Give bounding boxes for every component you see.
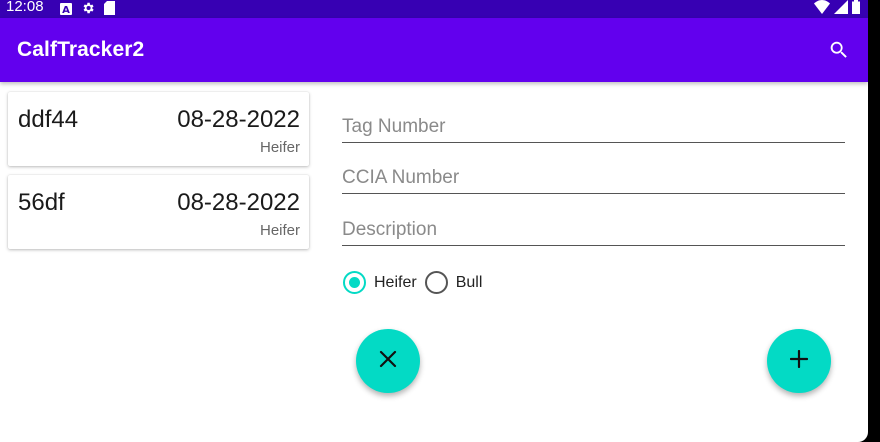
sex-radio-group: Heifer Bull (343, 271, 490, 294)
app-title: CalfTracker2 (17, 38, 145, 61)
tag-number-field (342, 105, 845, 145)
ccia-number-input[interactable] (342, 156, 845, 194)
radio-heifer-label: Heifer (374, 273, 417, 291)
calf-sex: Heifer (259, 222, 300, 239)
svg-text:A: A (62, 5, 70, 15)
app-screen: 12:08 A CalfTracker2 ddf44 08-28-2022 He… (0, 0, 868, 442)
plus-icon (789, 349, 809, 373)
calf-tag: 56df (18, 189, 65, 216)
battery-icon (852, 0, 860, 19)
tag-number-input[interactable] (342, 105, 845, 143)
ccia-number-field (342, 156, 845, 196)
radio-heifer[interactable]: Heifer (343, 271, 425, 294)
app-bar: CalfTracker2 (0, 18, 868, 82)
calf-tag: ddf44 (18, 106, 79, 133)
description-input[interactable] (342, 208, 845, 246)
calf-list-item[interactable]: 56df 08-28-2022 Heifer (8, 175, 309, 249)
calf-sex: Heifer (259, 139, 300, 156)
radio-bull[interactable]: Bull (424, 271, 491, 294)
search-icon[interactable] (828, 39, 850, 61)
cancel-button[interactable] (356, 329, 420, 393)
calf-date: 08-28-2022 (177, 189, 300, 216)
wifi-icon (814, 0, 830, 19)
status-time: 12:08 (6, 0, 44, 15)
radio-bull-circle[interactable] (424, 271, 448, 294)
close-icon (379, 350, 397, 373)
calf-list-item[interactable]: ddf44 08-28-2022 Heifer (8, 92, 309, 166)
radio-heifer-circle[interactable] (343, 271, 366, 294)
calf-date: 08-28-2022 (177, 106, 300, 133)
status-bar: 12:08 A (0, 0, 868, 18)
description-field (342, 208, 845, 248)
radio-bull-label: Bull (455, 273, 483, 291)
a-notification-icon: A (60, 2, 72, 20)
add-calf-button[interactable] (767, 329, 831, 393)
signal-icon (834, 0, 848, 19)
